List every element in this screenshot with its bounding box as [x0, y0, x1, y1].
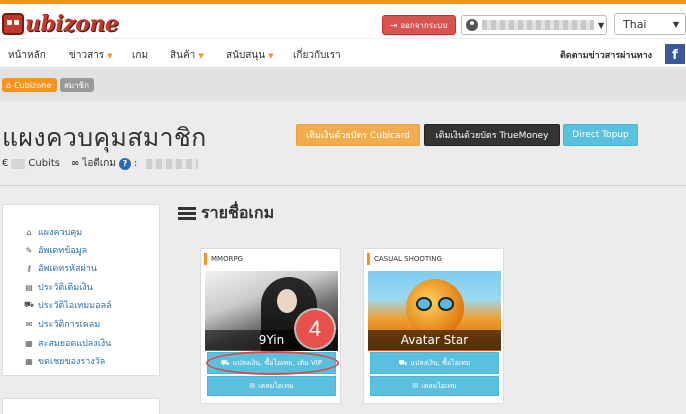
breadcrumb-home[interactable]: ⌂ Cubizone — [2, 78, 57, 92]
game-genre: CASUAL SHOOTING — [367, 253, 442, 265]
cubizone-logo[interactable]: ubizone — [2, 10, 119, 38]
nav-item-products[interactable]: สินค้า ▼ — [170, 48, 204, 63]
convert-buy-button[interactable]: ⛟ แปลงเงิน, ซื้อไอเทม — [370, 352, 499, 374]
calendar-icon: ▦ — [25, 356, 33, 366]
game-id-label: ไอดีเกม — [82, 158, 116, 169]
home-icon: ⌂ — [6, 80, 12, 90]
direct-topup-button[interactable]: Direct Topup — [563, 124, 638, 146]
logout-button[interactable]: ⇥ ออกจากระบบ — [382, 15, 456, 35]
nav-item-news[interactable]: ข่าวสาร ▼ — [69, 48, 113, 63]
dropdown-caret-icon: ▼ — [198, 52, 204, 60]
logo-text: ubizone — [25, 11, 119, 37]
dropdown-caret-icon: ▼ — [268, 52, 274, 60]
gift-icon: ✉ — [25, 319, 33, 329]
sidebar-item-claim-history[interactable]: ✉ ประวัติการเคลม — [25, 317, 101, 331]
gift-icon: ✉ — [412, 382, 419, 390]
cart-icon: ⛟ — [220, 358, 230, 367]
user-icon — [466, 19, 478, 31]
sidebar-item-reward-compensation[interactable]: ▦ ขดเชยของรางวัล — [25, 354, 105, 368]
claim-item-button[interactable]: ✉ เคลมไอเทม — [370, 376, 499, 396]
page-title: แผงควบคุมสมาชิก — [2, 123, 207, 152]
nav-item-games[interactable]: เกม — [132, 48, 148, 63]
facebook-icon[interactable]: f — [665, 44, 685, 64]
account-name-redacted — [482, 20, 594, 30]
claim-item-button[interactable]: ✉ เคลมไอเทม — [207, 376, 336, 396]
top-bar: ubizone ⇥ ออกจากระบบ ▼ Thai ▼ — [0, 0, 686, 38]
nav-item-about[interactable]: เกี่ยวกับเรา — [293, 48, 341, 63]
nav-item-support[interactable]: สนับสนุน ▼ — [226, 48, 273, 63]
edit-icon: ✎ — [25, 245, 33, 255]
game-name: Avatar Star — [368, 330, 501, 350]
cart-icon: ⛟ — [398, 358, 408, 367]
chevron-down-icon: ▼ — [672, 19, 679, 29]
sidebar-item-dashboard[interactable]: ⌂ แผงควบคุม — [25, 225, 82, 239]
gift-icon: ✉ — [249, 382, 256, 390]
sidebar-item-update-password[interactable]: ⚷ อัพเดทรหัสผ่าน — [25, 261, 97, 275]
sidebar-item-accumulated-conversion[interactable]: ▦ สะสมยอดแปลงเงิน — [25, 336, 111, 350]
cart-icon: ⛟ — [23, 300, 35, 309]
sidebar-item-update-profile[interactable]: ✎ อัพเดทข้อมูล — [25, 243, 88, 257]
topup-truemoney-button[interactable]: เติมเงินด้วยบัตร TrueMoney — [424, 124, 560, 146]
game-id-redacted — [146, 158, 199, 169]
breadcrumb: ⌂ Cubizone สมาชิก — [0, 69, 686, 101]
topup-cubicard-button[interactable]: เติมเงินด้วยบัตร Cubicard — [296, 124, 420, 146]
language-select[interactable]: Thai ▼ — [614, 13, 686, 35]
breadcrumb-current: สมาชิก — [60, 78, 94, 92]
logout-icon: ⇥ — [390, 20, 398, 30]
follow-us-label: ติดตามข่าวสารผ่านทาง — [560, 51, 653, 61]
member-sidebar: ⌂ แผงควบคุม ✎ อัพเดทข้อมูล ⚷ อัพเดทรหัสผ… — [2, 204, 160, 376]
cubits-amount-redacted — [11, 158, 26, 169]
history-icon: ▤ — [25, 282, 33, 292]
help-icon[interactable]: ? — [118, 157, 131, 170]
list-icon — [178, 207, 196, 220]
chevron-down-icon: ▼ — [598, 20, 605, 30]
language-value: Thai — [623, 17, 647, 31]
home-icon: ⌂ — [26, 227, 32, 237]
sidebar-item-itemmall-history[interactable]: ⛟ ประวัติไอเทมมอลล์ — [23, 298, 112, 312]
calendar-icon: ▦ — [25, 338, 33, 348]
divider — [0, 185, 686, 186]
account-summary: € Cubits ∞ ไอดีเกม ? : — [2, 156, 199, 171]
step-number-badge: 4 — [296, 310, 334, 348]
game-list-heading: รายชื่อเกม — [178, 201, 274, 226]
dropdown-caret-icon: ▼ — [107, 52, 113, 60]
sidebar-item-topup-history[interactable]: ▤ ประวัติเติมเงิน — [25, 280, 93, 294]
sidebar-panel-2 — [2, 398, 160, 414]
key-icon: ⚷ — [26, 263, 32, 273]
cubits-label: Cubits — [28, 158, 60, 169]
game-genre: MMORPG — [204, 253, 243, 265]
nav-item-home[interactable]: หน้าหลัก — [8, 48, 46, 63]
convert-buy-vip-button[interactable]: ⛟ แปลงเงิน, ซื้อไอเทม, เติม VIP — [207, 352, 336, 374]
logo-cube-icon — [2, 13, 24, 35]
main-nav: หน้าหลัก ข่าวสาร ▼ เกม สินค้า ▼ สนับสนุน ▼ … — [0, 38, 686, 68]
logout-label: ออกจากระบบ — [400, 20, 448, 30]
game-card-avatar-star: CASUAL SHOOTING Avatar Star ⛟ แปลงเงิน, … — [363, 248, 504, 404]
euro-icon: € — [2, 158, 9, 169]
glasses-icon: ∞ — [70, 158, 80, 169]
account-dropdown[interactable]: ▼ — [461, 15, 607, 35]
